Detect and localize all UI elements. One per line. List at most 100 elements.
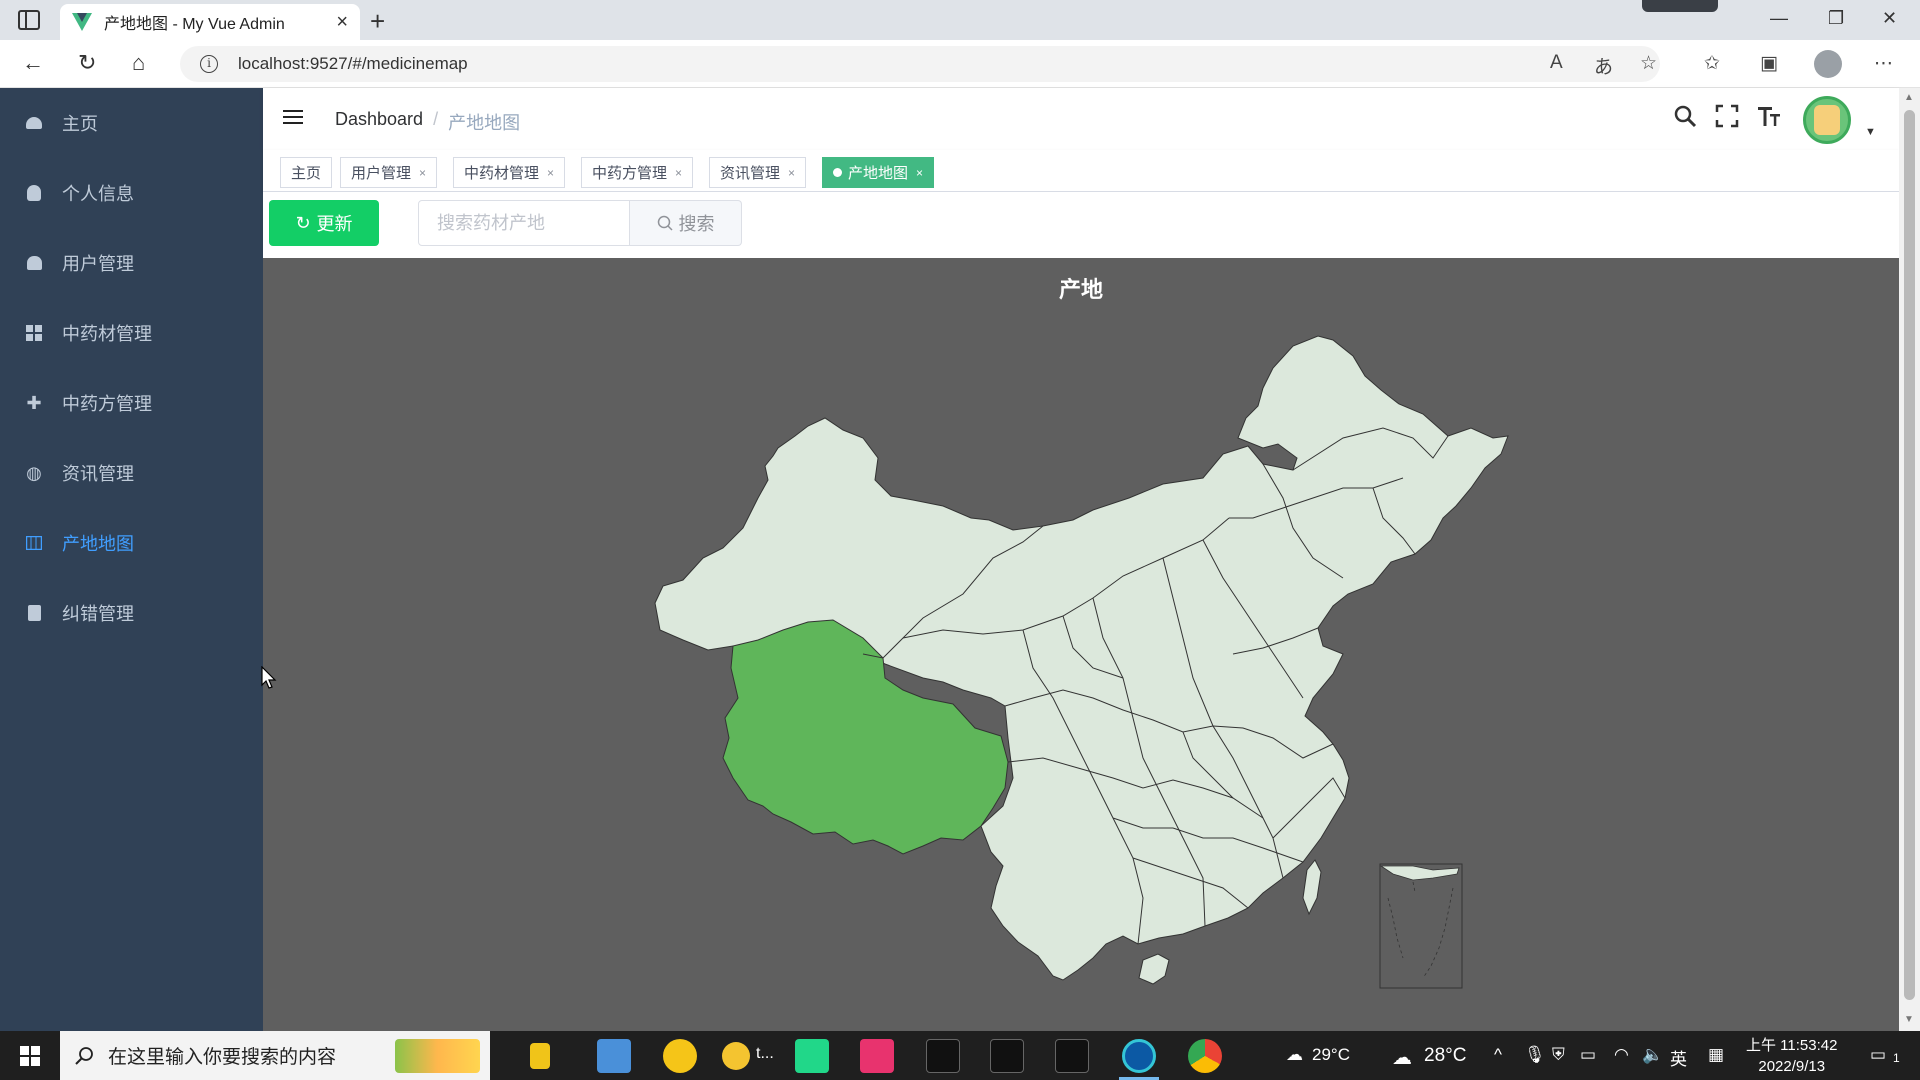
clock[interactable]: 上午 11:53:42 2022/9/13	[1746, 1035, 1837, 1077]
search-input[interactable]	[418, 200, 630, 246]
taskbar-search[interactable]: 在这里输入你要搜索的内容	[60, 1031, 490, 1080]
map-icon	[24, 533, 44, 553]
sidebar-item-label: 用户管理	[62, 254, 134, 274]
hamburger-icon[interactable]	[283, 110, 303, 126]
app-icon-blue[interactable]	[597, 1039, 631, 1073]
minimize-icon[interactable]: —	[1770, 8, 1788, 29]
app-icon-duck[interactable]	[722, 1042, 750, 1070]
more-icon[interactable]: ⋯	[1874, 52, 1893, 75]
cloud-icon: ☁	[1392, 1047, 1412, 1069]
window-close-icon[interactable]: ✕	[1882, 8, 1897, 29]
close-tab-icon[interactable]: ×	[336, 11, 348, 34]
refresh-label: 更新	[316, 214, 353, 234]
camera-bar	[1642, 0, 1718, 12]
page-scrollbar[interactable]: ▲ ▼	[1899, 88, 1920, 1031]
sidebar-item-prescriptions[interactable]: ✚ 中药方管理	[0, 368, 263, 438]
fullscreen-icon[interactable]	[1715, 104, 1739, 135]
tag-home[interactable]: 主页	[280, 157, 333, 188]
map-panel: 产地	[263, 258, 1899, 1031]
search-button[interactable]: 搜索	[630, 200, 742, 246]
reload-icon[interactable]: ↻	[78, 50, 96, 76]
restore-icon[interactable]: ❐	[1828, 8, 1844, 29]
chevron-up-icon[interactable]: ^	[1494, 1045, 1502, 1065]
pycharm-icon[interactable]	[795, 1039, 829, 1073]
close-icon[interactable]: ×	[675, 166, 682, 180]
shield-icon[interactable]: ⛨	[1552, 1045, 1565, 1065]
clock-time: 上午 11:53:42	[1746, 1037, 1838, 1054]
close-icon[interactable]: ×	[916, 166, 923, 180]
tag-users[interactable]: 用户管理 ×	[340, 157, 438, 188]
scroll-up-icon[interactable]: ▲	[1904, 92, 1914, 103]
browser-tab[interactable]: 产地地图 - My Vue Admin ×	[60, 4, 360, 40]
terminal-icon[interactable]	[926, 1039, 960, 1073]
sidebar-item-news[interactable]: ◍ 资讯管理	[0, 438, 263, 508]
sidebar-item-home[interactable]: 主页	[0, 88, 263, 158]
refresh-icon: ↻	[295, 212, 311, 233]
sidebar-item-corrections[interactable]: 纠错管理	[0, 578, 263, 648]
sidebar: 主页 个人信息 用户管理 中药材管理 ✚ 中药方管理 ◍ 资讯管理 产地地图 纠…	[0, 88, 263, 1031]
browser-tab-title: 产地地图 - My Vue Admin	[104, 16, 285, 33]
sidebar-item-herbs[interactable]: 中药材管理	[0, 298, 263, 368]
move-icon: ✚	[26, 392, 42, 413]
terminal-icon[interactable]	[1055, 1039, 1089, 1073]
breadcrumb: Dashboard / 产地地图	[335, 109, 520, 135]
close-icon[interactable]: ×	[788, 166, 795, 180]
scroll-down-icon[interactable]: ▼	[1904, 1014, 1914, 1025]
clock-date: 2022/9/13	[1758, 1058, 1826, 1075]
refresh-button[interactable]: ↻ 更新	[269, 200, 379, 246]
collections-icon[interactable]: ▣	[1760, 52, 1778, 75]
breadcrumb-home[interactable]: Dashboard	[335, 109, 423, 135]
site-info-icon[interactable]: i	[200, 55, 218, 73]
home-icon[interactable]: ⌂	[132, 50, 145, 76]
caret-down-icon[interactable]: ▼	[1865, 126, 1876, 138]
microphone-icon[interactable]: 🎙	[1524, 1045, 1546, 1065]
scroll-thumb[interactable]	[1904, 110, 1915, 1000]
battery-icon[interactable]: ▭	[1580, 1045, 1596, 1065]
map-region-taiwan[interactable]	[1302, 859, 1322, 916]
back-icon[interactable]: ←	[22, 50, 44, 76]
sidebar-item-profile[interactable]: 个人信息	[0, 158, 263, 228]
map-region-hainan[interactable]	[1138, 953, 1170, 985]
tag-label: 资讯管理	[720, 165, 781, 182]
favorites-icon[interactable]: ✩	[1704, 52, 1720, 75]
tag-news[interactable]: 资讯管理 ×	[709, 157, 807, 188]
new-tab-icon[interactable]: +	[370, 6, 385, 37]
translate-icon[interactable]: あ	[1594, 52, 1613, 79]
app-label-truncated: t...	[756, 1045, 774, 1062]
ime-indicator[interactable]: 英	[1670, 1045, 1687, 1070]
tab-actions-icon[interactable]	[18, 10, 40, 30]
windows-start-icon[interactable]	[20, 1046, 40, 1066]
close-icon[interactable]: ×	[419, 166, 426, 180]
close-icon[interactable]: ×	[547, 166, 554, 180]
file-explorer-icon[interactable]	[530, 1043, 550, 1069]
notification-icon[interactable]: ▭	[1870, 1045, 1886, 1065]
sidebar-item-map[interactable]: 产地地图	[0, 508, 263, 578]
url-field[interactable]: i localhost:9527/#/medicinemap	[180, 46, 1660, 82]
tag-map[interactable]: 产地地图 ×	[822, 157, 935, 188]
south-china-sea-inset	[1379, 863, 1463, 989]
wifi-icon[interactable]: ◠	[1614, 1045, 1629, 1065]
font-size-icon[interactable]	[1757, 104, 1781, 135]
intellij-icon[interactable]	[860, 1039, 894, 1073]
sidebar-item-label: 中药方管理	[62, 394, 152, 414]
volume-icon[interactable]: 🔈	[1642, 1045, 1663, 1065]
tag-prescriptions[interactable]: 中药方管理 ×	[581, 157, 694, 188]
terminal-icon[interactable]	[990, 1039, 1024, 1073]
address-bar: ← ↻ ⌂ i localhost:9527/#/medicinemap A あ…	[0, 40, 1920, 88]
add-favorite-icon[interactable]: ☆	[1640, 52, 1657, 75]
tag-herbs[interactable]: 中药材管理 ×	[453, 157, 566, 188]
china-map	[654, 335, 1509, 989]
weather-icon: ☁	[1286, 1045, 1303, 1064]
weather-temp-1: 29°C	[1312, 1045, 1350, 1064]
app-icon-yellow[interactable]	[663, 1039, 697, 1073]
chrome-icon[interactable]	[1188, 1039, 1222, 1073]
ime-grid-icon[interactable]: ▦	[1708, 1045, 1724, 1065]
edit-doc-icon	[24, 603, 44, 623]
read-aloud-icon[interactable]: A	[1550, 52, 1563, 74]
profile-icon[interactable]	[1814, 50, 1842, 78]
avatar[interactable]	[1803, 96, 1851, 144]
search-icon[interactable]	[1673, 104, 1697, 135]
edge-icon[interactable]	[1122, 1039, 1156, 1073]
search-icon	[657, 215, 673, 231]
sidebar-item-users[interactable]: 用户管理	[0, 228, 263, 298]
